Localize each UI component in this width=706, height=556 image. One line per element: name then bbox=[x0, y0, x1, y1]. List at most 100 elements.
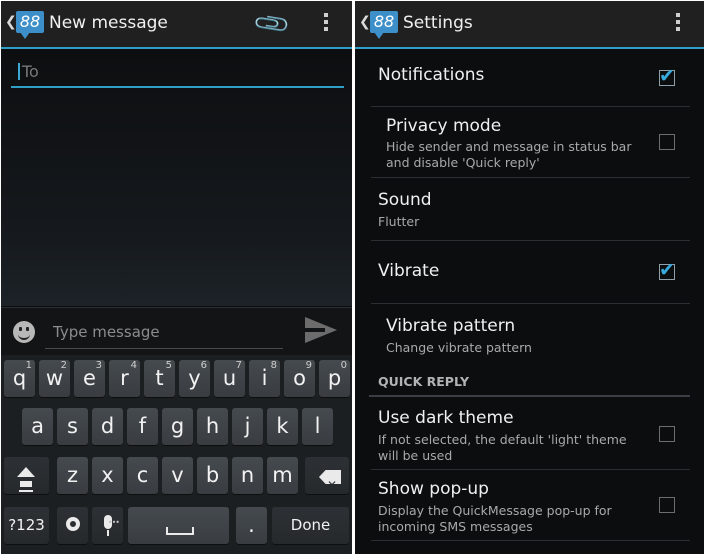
key-f[interactable]: f bbox=[127, 408, 158, 445]
key-label: j bbox=[244, 414, 251, 438]
key-j[interactable]: j bbox=[232, 408, 263, 445]
app-logo-icon[interactable]: 88 bbox=[16, 11, 44, 39]
key-label: c bbox=[136, 463, 149, 487]
key-b[interactable]: b bbox=[197, 457, 228, 494]
setting-summary: Display the QuickMessage pop-up for inco… bbox=[378, 503, 612, 534]
key-hint: 8 bbox=[270, 360, 277, 371]
key-s[interactable]: s bbox=[57, 408, 88, 445]
key-hint: 2 bbox=[60, 360, 67, 371]
key-label: f bbox=[138, 414, 147, 438]
settings-item-notifications[interactable]: Notifications bbox=[371, 49, 690, 107]
settings-item-sound[interactable]: Sound Flutter bbox=[371, 177, 690, 241]
settings-title: Settings bbox=[403, 13, 473, 33]
chevron-left-icon[interactable]: ❮ bbox=[5, 14, 17, 30]
setting-summary: Change vibrate pattern bbox=[386, 340, 532, 355]
key-o[interactable]: o9 bbox=[284, 360, 315, 397]
message-bar: Type message bbox=[1, 307, 352, 355]
key-e[interactable]: e3 bbox=[74, 360, 105, 397]
key-hint: 0 bbox=[340, 360, 347, 371]
key-m[interactable]: m bbox=[267, 457, 298, 494]
settings-item-privacy-mode[interactable]: Privacy mode Hide sender and message in s… bbox=[371, 106, 690, 178]
voice-key[interactable]: ••• bbox=[92, 507, 123, 544]
key-hint: 9 bbox=[305, 360, 312, 371]
key-x[interactable]: x bbox=[92, 457, 123, 494]
checkbox-checked[interactable] bbox=[659, 259, 675, 281]
key-label: d bbox=[100, 414, 115, 438]
key-hint: 7 bbox=[235, 360, 242, 371]
overflow-menu-icon[interactable] bbox=[323, 13, 329, 35]
key-g[interactable]: g bbox=[162, 408, 193, 445]
soft-keyboard: q1w2e3r4t5y6u7i8o9p0 asdfghj k l zxcvbnm ?123… bbox=[1, 355, 352, 554]
done-key[interactable]: Done bbox=[272, 507, 349, 544]
key-n[interactable]: n bbox=[232, 457, 263, 494]
key-y[interactable]: y6 bbox=[179, 360, 210, 397]
key-z[interactable]: z bbox=[57, 457, 88, 494]
text-cursor bbox=[18, 63, 20, 80]
settings-item-partial[interactable] bbox=[371, 540, 690, 554]
recipient-placeholder: To bbox=[22, 62, 39, 81]
settings-action-bar: ❮ 88 Settings bbox=[355, 1, 704, 49]
checkbox-unchecked[interactable] bbox=[659, 496, 675, 513]
overflow-menu-icon[interactable] bbox=[675, 13, 681, 35]
settings-screen: ❮ 88 Settings Notifications Privacy mode H… bbox=[355, 1, 704, 554]
settings-item-show-pop-up[interactable]: Show pop-up Display the QuickMessage pop-… bbox=[371, 469, 690, 541]
chevron-left-icon[interactable]: ❮ bbox=[359, 14, 371, 30]
key-t[interactable]: t5 bbox=[144, 360, 175, 397]
shift-icon-stem bbox=[20, 481, 32, 487]
key-label: l bbox=[314, 414, 321, 438]
key-d[interactable]: d bbox=[92, 408, 123, 445]
smiley-icon[interactable] bbox=[13, 321, 35, 343]
symbols-key[interactable]: ?123 bbox=[4, 507, 49, 544]
key-h[interactable]: h bbox=[197, 408, 228, 445]
key-label: h bbox=[205, 414, 220, 438]
key-q[interactable]: q1 bbox=[4, 360, 35, 397]
key-hint: 4 bbox=[130, 360, 137, 371]
settings-key[interactable] bbox=[57, 507, 88, 544]
section-divider bbox=[369, 395, 690, 397]
space-key[interactable] bbox=[128, 507, 229, 544]
message-input[interactable]: Type message bbox=[45, 318, 283, 349]
key-a[interactable]: a bbox=[22, 408, 53, 445]
setting-title: Privacy mode bbox=[386, 116, 502, 136]
setting-title: Vibrate pattern bbox=[386, 316, 516, 336]
settings-item-vibrate[interactable]: Vibrate bbox=[371, 240, 690, 304]
key-hint: 5 bbox=[165, 360, 172, 371]
settings-item-use-dark-theme[interactable]: Use dark theme If not selected, the defau… bbox=[371, 398, 690, 470]
key-label: v bbox=[171, 463, 184, 487]
settings-item-vibrate-pattern[interactable]: Vibrate pattern Change vibrate pattern bbox=[371, 303, 690, 366]
setting-title: Vibrate bbox=[378, 261, 440, 281]
compose-action-bar: ❮ 88 New message 📎 bbox=[1, 1, 352, 49]
recipient-input[interactable]: To bbox=[11, 59, 344, 88]
compose-screen: ❮ 88 New message 📎 To Type message q1w2e… bbox=[1, 1, 352, 554]
backspace-icon bbox=[319, 470, 341, 484]
shift-key[interactable] bbox=[4, 457, 49, 494]
send-icon[interactable] bbox=[305, 317, 337, 343]
setting-title: Sound bbox=[378, 190, 432, 210]
period-key[interactable]: . bbox=[236, 507, 267, 544]
gear-icon bbox=[66, 517, 80, 531]
more-options-indicator: ••• bbox=[107, 518, 120, 527]
key-i[interactable]: i8 bbox=[249, 360, 280, 397]
delete-key[interactable] bbox=[305, 457, 349, 494]
key-label: b bbox=[205, 463, 220, 487]
paperclip-icon[interactable]: 📎 bbox=[251, 4, 292, 45]
key-r[interactable]: r4 bbox=[109, 360, 140, 397]
key-v[interactable]: v bbox=[162, 457, 193, 494]
shift-lock-bar bbox=[19, 490, 33, 492]
checkbox-unchecked[interactable] bbox=[659, 133, 675, 150]
key-label: s bbox=[67, 414, 78, 438]
checkbox-unchecked[interactable] bbox=[659, 425, 675, 442]
key-label: k bbox=[276, 414, 289, 438]
key-c[interactable]: c bbox=[127, 457, 158, 494]
setting-summary: Flutter bbox=[378, 214, 420, 229]
key-u[interactable]: u7 bbox=[214, 360, 245, 397]
app-logo-icon[interactable]: 88 bbox=[370, 11, 398, 39]
key-l[interactable]: l bbox=[302, 408, 333, 445]
compose-title: New message bbox=[49, 13, 168, 33]
key-w[interactable]: w2 bbox=[39, 360, 70, 397]
shift-icon bbox=[17, 467, 35, 477]
checkbox-checked[interactable] bbox=[659, 65, 675, 87]
key-k[interactable]: k bbox=[267, 408, 298, 445]
key-p[interactable]: p0 bbox=[319, 360, 350, 397]
setting-summary: Hide sender and message in status bar an… bbox=[386, 139, 632, 170]
